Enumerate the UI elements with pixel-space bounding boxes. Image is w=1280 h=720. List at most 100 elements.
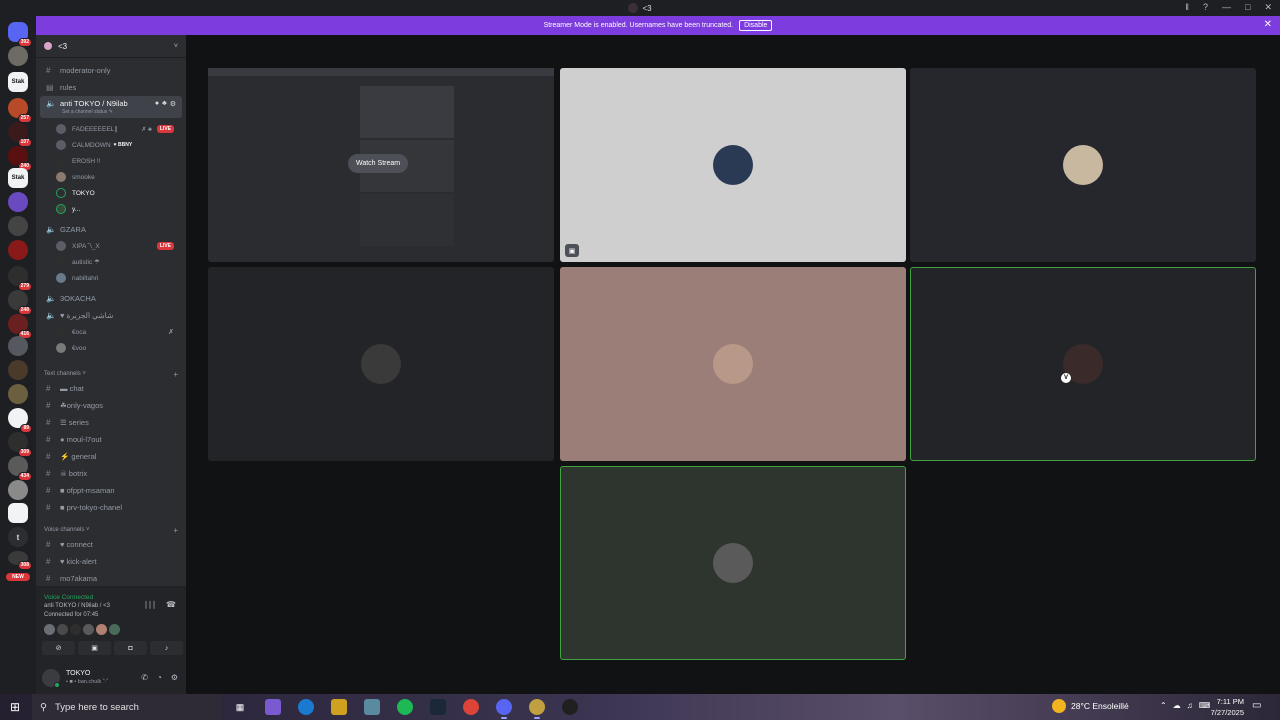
notification-icon[interactable]: ▭ xyxy=(1252,700,1261,711)
spotify-icon[interactable] xyxy=(397,699,413,715)
channel-moul-l7out[interactable]: # ● moul-l7out xyxy=(40,432,182,447)
participant-tile-speaking[interactable] xyxy=(560,466,906,660)
server-icon[interactable]: 308 xyxy=(8,551,32,570)
channel-ofppt-msaman[interactable]: # ■ ofppt-msaman xyxy=(40,483,182,498)
server-icon[interactable]: 416 xyxy=(8,314,32,339)
maximize-button[interactable]: □ xyxy=(1245,2,1250,13)
camera-button[interactable]: ⊘ xyxy=(42,641,75,655)
guild-header[interactable]: <3 ˅ xyxy=(36,35,186,58)
voice-user[interactable]: EROSH !! xyxy=(56,154,182,168)
category-text-channels[interactable]: Text channels ˅ + xyxy=(44,368,182,380)
server-icon[interactable] xyxy=(8,384,28,404)
channel-chat[interactable]: # ▬ chat xyxy=(40,381,182,396)
voice-channel-path[interactable]: anti TOKYO / N9ilab / <3 xyxy=(44,603,110,609)
channel-only-vagos[interactable]: # ☘only-vagos xyxy=(40,398,182,413)
server-icon[interactable]: t xyxy=(8,527,28,547)
server-icon[interactable]: 240 xyxy=(8,146,32,171)
participant-tile[interactable] xyxy=(910,68,1256,262)
channel-general[interactable]: # ⚡ general xyxy=(40,449,182,464)
server-icon[interactable]: 434 xyxy=(8,456,32,481)
voice-channel-3okacha[interactable]: 🔈 3OKACHA xyxy=(40,291,182,306)
voice-user[interactable]: XIPA ˜\_X LIVE xyxy=(56,239,182,253)
voice-user[interactable]: €voo xyxy=(56,341,182,355)
gear-icon[interactable]: ⚙ xyxy=(170,100,176,108)
server-icon[interactable] xyxy=(8,503,28,523)
server-icon[interactable] xyxy=(8,46,28,66)
channel-botrix[interactable]: # ☠ botrix xyxy=(40,466,182,481)
weather-widget[interactable]: 28°C Ensoleillé xyxy=(1052,699,1129,713)
microphone-icon[interactable]: ✆ xyxy=(141,673,148,682)
voice-channel-active[interactable]: 🔈 anti TOKYO / N9ilab Set a channel stat… xyxy=(40,96,182,118)
steam-icon[interactable] xyxy=(430,699,446,715)
channel-prv-tokyo-chanel[interactable]: # ■ prv-tokyo-chanel xyxy=(40,500,182,515)
avatar[interactable] xyxy=(57,624,68,635)
headphones-icon[interactable]: ◔ xyxy=(157,673,162,682)
avatar[interactable] xyxy=(70,624,81,635)
voice-channel-gzara[interactable]: 🔈 GZARA xyxy=(40,222,182,237)
server-icon[interactable]: 257 xyxy=(8,98,32,123)
chrome-icon[interactable] xyxy=(463,699,479,715)
invite-icon[interactable]: ♣ xyxy=(162,100,167,108)
task-view-icon[interactable]: ▦ xyxy=(232,699,248,715)
participant-tile[interactable]: ▣ xyxy=(560,68,906,262)
voice-user[interactable]: smooke xyxy=(56,170,182,184)
channel-status[interactable]: Set a channel status ✎ xyxy=(62,109,113,115)
avatar[interactable] xyxy=(109,624,120,635)
server-icon[interactable] xyxy=(8,480,28,500)
username[interactable]: TOKYO xyxy=(66,670,90,677)
add-channel-icon[interactable]: + xyxy=(173,526,178,535)
soundboard-button[interactable]: ♪ xyxy=(150,641,183,655)
activities-button[interactable]: ◘ xyxy=(114,641,147,655)
voice-user[interactable]: nabiltahri xyxy=(56,271,182,285)
voice-channel-jazira[interactable]: 🔈 ♥ شاشي الجزيرة xyxy=(40,308,182,323)
participant-tile-speaking[interactable]: V xyxy=(910,267,1256,461)
watch-stream-button[interactable]: Watch Stream xyxy=(348,154,409,173)
volume-icon[interactable]: ♫ xyxy=(1187,701,1193,710)
file-explorer-icon[interactable] xyxy=(331,699,347,715)
help-icon[interactable]: ? xyxy=(1203,2,1208,13)
server-icon[interactable] xyxy=(8,192,28,212)
disconnect-icon[interactable]: ☎ xyxy=(166,600,176,609)
voice-user[interactable]: FADEEEEEEL∥ ✗ ♣ LIVE xyxy=(56,122,182,136)
network-icon[interactable]: ☁ xyxy=(1173,701,1181,710)
server-icon[interactable]: 248 xyxy=(8,290,32,315)
avatar[interactable] xyxy=(44,624,55,635)
windows-start-icon[interactable]: ⊞ xyxy=(10,700,20,714)
server-icon[interactable]: 279 xyxy=(8,266,32,291)
server-icon[interactable] xyxy=(8,336,28,356)
close-icon[interactable]: ✕ xyxy=(1264,19,1272,30)
chat-icon[interactable]: ● xyxy=(155,100,159,108)
voice-user[interactable]: €oca ✗ xyxy=(56,325,182,339)
discord-taskbar-icon[interactable] xyxy=(496,699,512,719)
category-voice-channels[interactable]: Voice channels ˅ + xyxy=(44,524,182,536)
voice-user[interactable]: CALMDOWN ♥ BBNY xyxy=(56,138,182,152)
taskbar-clock[interactable]: 7:11 PM 7/27/2025 xyxy=(1200,696,1244,718)
server-icon[interactable] xyxy=(8,216,28,236)
chevron-down-icon[interactable]: ˅ xyxy=(174,43,178,50)
channel-series[interactable]: # ☰ series xyxy=(40,415,182,430)
server-icon[interactable] xyxy=(8,360,28,380)
add-channel-icon[interactable]: + xyxy=(173,370,178,379)
minimize-button[interactable]: — xyxy=(1222,2,1231,13)
chrome-profile-icon[interactable] xyxy=(529,699,545,719)
server-icon[interactable] xyxy=(8,240,28,260)
server-icon[interactable]: 89 xyxy=(8,408,32,433)
home-server[interactable]: 392 xyxy=(8,22,32,47)
server-icon[interactable]: Stak xyxy=(8,72,28,92)
channel-rules[interactable]: ▤ rules xyxy=(40,80,182,95)
avatar[interactable] xyxy=(96,624,107,635)
participant-tile[interactable] xyxy=(560,267,906,461)
avatar[interactable] xyxy=(83,624,94,635)
server-icon[interactable]: 107 xyxy=(8,122,32,147)
voice-channel-kick-alert[interactable]: # ♥ kick-alert xyxy=(40,554,182,569)
stream-tile[interactable]: Watch Stream xyxy=(208,68,554,262)
voice-channel-mo7akama[interactable]: # mo7akama xyxy=(40,571,182,586)
copilot-icon[interactable] xyxy=(265,699,281,715)
edge-icon[interactable] xyxy=(298,699,314,715)
channel-moderator-only[interactable]: # moderator-only xyxy=(40,63,182,78)
noise-suppression-icon[interactable]: ∣∣∣ xyxy=(144,600,156,609)
voice-status[interactable]: Voice Connected xyxy=(44,594,93,601)
inbox-icon[interactable]: ‖ xyxy=(1185,2,1189,13)
tray-overflow-icon[interactable]: ⌃ xyxy=(1160,701,1167,710)
taskbar-search[interactable]: ⚲ Type here to search xyxy=(32,694,222,720)
